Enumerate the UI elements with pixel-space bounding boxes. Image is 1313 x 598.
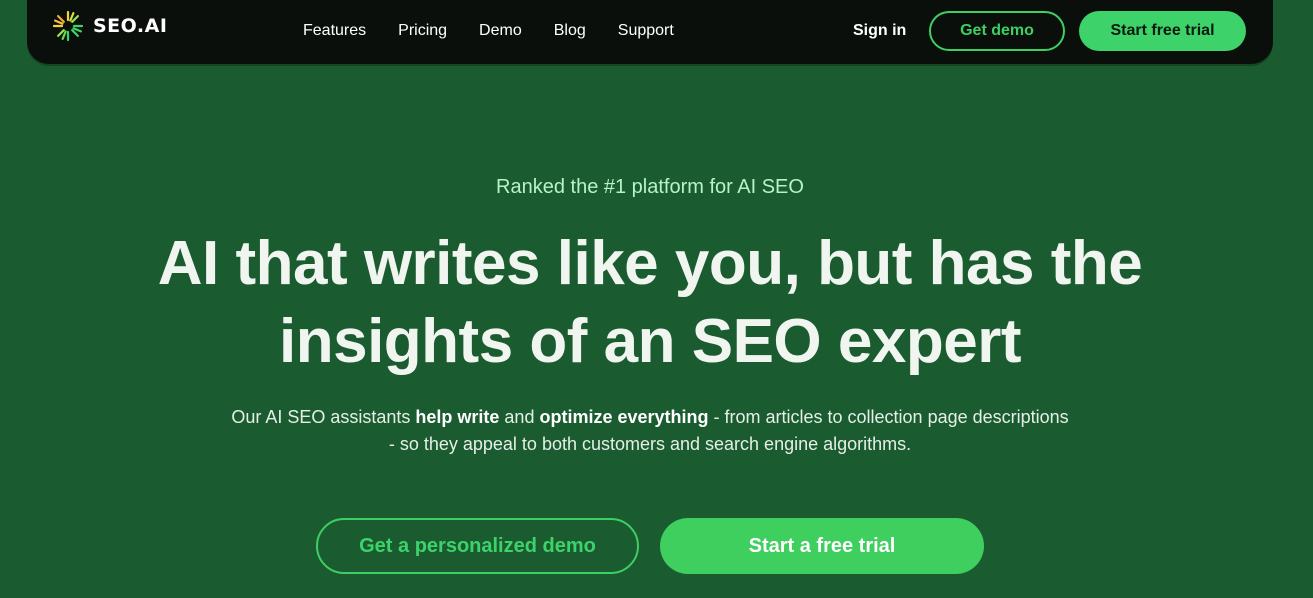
main-nav: Features Pricing Demo Blog Support <box>303 0 674 68</box>
nav-link-demo[interactable]: Demo <box>479 22 522 40</box>
logo-text: SEO.AI <box>93 15 168 37</box>
nav-link-features[interactable]: Features <box>303 22 366 40</box>
start-free-trial-hero-button[interactable]: Start a free trial <box>660 518 984 574</box>
personalized-demo-button[interactable]: Get a personalized demo <box>316 518 639 574</box>
nav-link-blog[interactable]: Blog <box>554 22 586 40</box>
subtext-bold-optimize-everything: optimize everything <box>539 407 709 427</box>
top-navbar: SEO.AI Features Pricing Demo Blog Suppor… <box>27 0 1273 64</box>
subtext-bold-help-write: help write <box>415 407 500 427</box>
hero-section: Ranked the #1 platform for AI SEO AI tha… <box>0 0 1313 598</box>
get-demo-button[interactable]: Get demo <box>929 11 1065 51</box>
subtext-part-1: Our AI SEO assistants <box>231 407 416 427</box>
subtext-part-2: and <box>499 407 540 427</box>
nav-link-support[interactable]: Support <box>618 22 674 40</box>
sign-in-link[interactable]: Sign in <box>853 0 906 68</box>
hero-eyebrow: Ranked the #1 platform for AI SEO <box>496 176 804 198</box>
logo[interactable]: SEO.AI <box>51 10 168 42</box>
sunburst-logo-icon <box>52 10 84 42</box>
hero-subtext: Our AI SEO assistants help write and opt… <box>230 404 1070 458</box>
hero-headline: AI that writes like you, but has the ins… <box>157 229 1143 376</box>
start-free-trial-button[interactable]: Start free trial <box>1079 11 1246 51</box>
nav-link-pricing[interactable]: Pricing <box>398 22 447 40</box>
